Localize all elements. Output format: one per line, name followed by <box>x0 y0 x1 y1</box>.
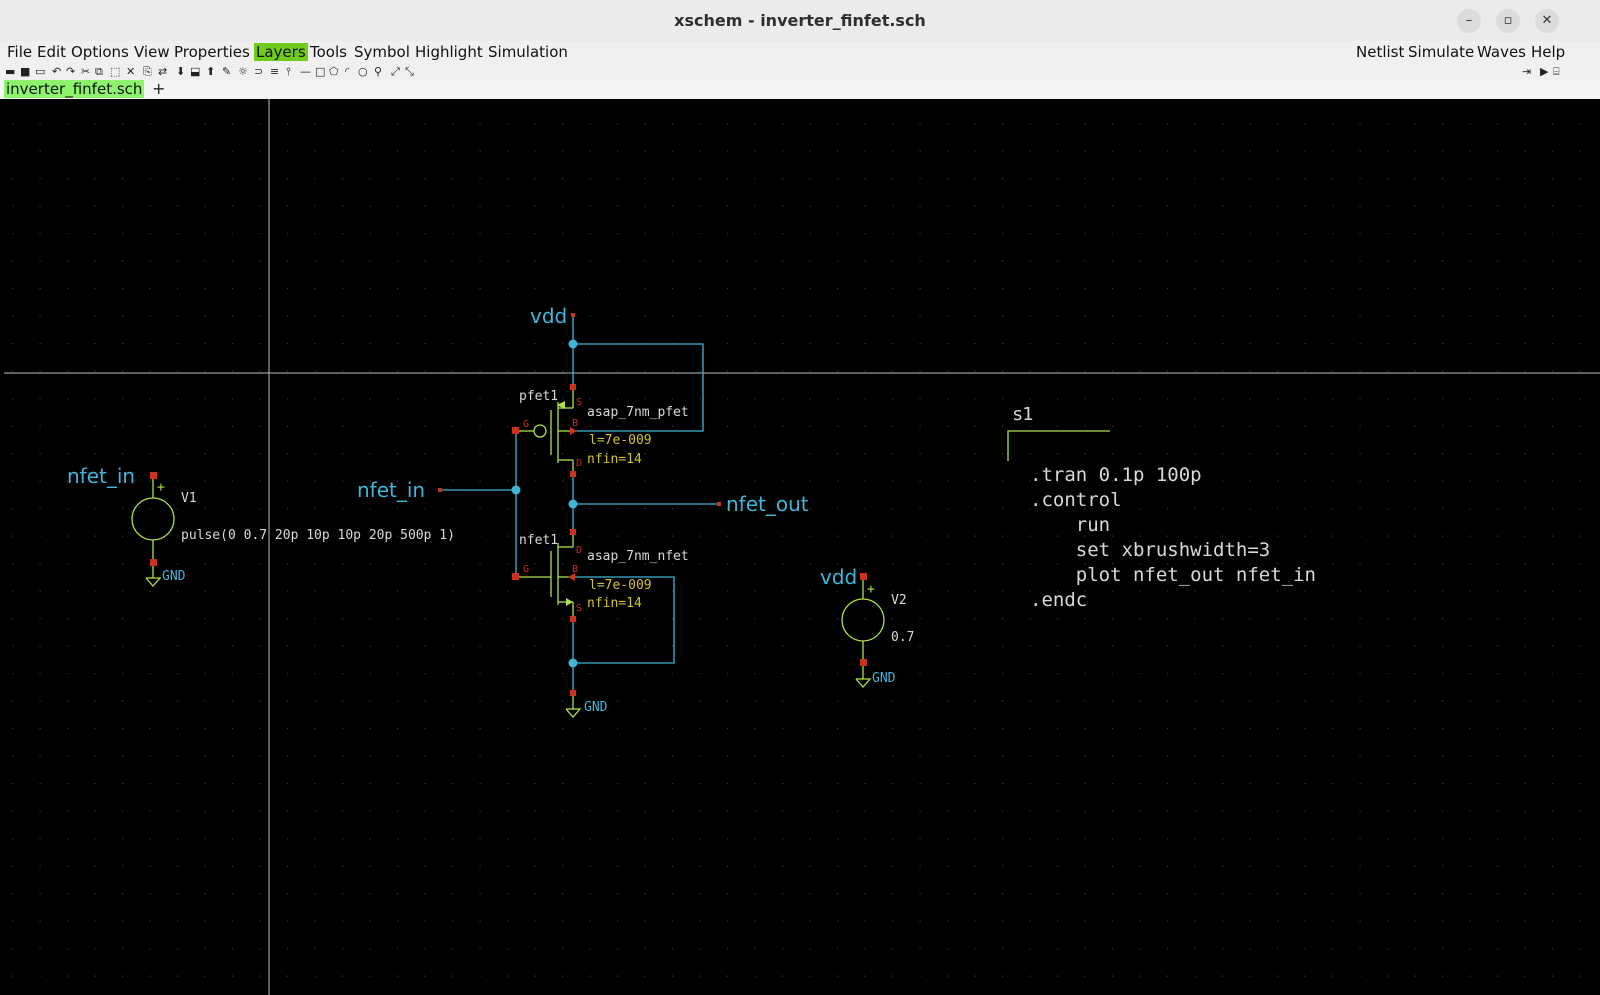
code-line: set xbrushwidth=3 <box>1030 539 1270 561</box>
menu-file[interactable]: File <box>7 43 32 61</box>
insert-icon[interactable]: ⇥ <box>1522 65 1531 78</box>
tab-inverter-finfet[interactable]: inverter_finfet.sch <box>4 80 145 98</box>
pfet-pin-s: S <box>576 397 582 408</box>
save-icon[interactable]: ■ <box>20 65 30 78</box>
code-line: plot nfet_out nfet_in <box>1030 564 1316 586</box>
menu-netlist[interactable]: Netlist <box>1356 43 1404 61</box>
close-button[interactable]: ✕ <box>1535 9 1559 33</box>
net-label-output: nfet_out <box>726 492 809 516</box>
move-icon[interactable]: ⎘ <box>143 65 152 79</box>
pfet-pin-d: D <box>576 458 582 469</box>
delete-icon[interactable]: ✕ <box>126 65 135 78</box>
cut-icon[interactable]: ✂ <box>81 65 90 78</box>
v1-gnd-label: GND <box>162 569 186 584</box>
schematic-canvas[interactable]: S G B D D G B S pfet1 asap_7nm_pfet l=7e… <box>4 99 1600 995</box>
undo-icon[interactable]: ↶ <box>52 65 61 78</box>
menu-properties[interactable]: Properties <box>174 43 250 61</box>
nfet-length: l=7e-009 <box>589 578 652 593</box>
label-icon[interactable]: ⊃ <box>254 65 263 78</box>
nfet-pin-g: G <box>523 564 529 575</box>
menu-layers[interactable]: Layers <box>254 43 308 61</box>
menu-waves[interactable]: Waves <box>1477 43 1526 61</box>
gnd-center-label: GND <box>584 700 608 715</box>
waves-icon[interactable]: ⌸ <box>1553 65 1560 79</box>
menu-view[interactable]: View <box>134 43 170 61</box>
zoom-in-icon[interactable]: ⤡ <box>405 65 414 79</box>
pfet-model: asap_7nm_pfet <box>587 405 689 420</box>
nfet-nfin: nfin=14 <box>587 596 642 611</box>
grid <box>4 99 1600 995</box>
rect-icon[interactable]: □ <box>315 65 325 78</box>
add-tab-button[interactable]: + <box>152 80 165 98</box>
menu-help[interactable]: Help <box>1531 43 1565 61</box>
nfet-name: nfet1 <box>519 533 558 548</box>
zoom-icon[interactable]: ⚲ <box>374 65 382 78</box>
pencil-icon[interactable]: ✎ <box>222 65 231 78</box>
redo-icon[interactable]: ↷ <box>66 65 75 78</box>
nfet-pin-s: S <box>576 603 582 614</box>
code-line: .control <box>1030 489 1122 511</box>
tab-bar: inverter_finfet.sch + <box>0 80 1600 99</box>
code-block-name: s1 <box>1013 404 1034 425</box>
copy-icon[interactable]: ⧉ <box>95 65 103 79</box>
title-bar: xschem - inverter_finfet.sch – ▫ ✕ <box>0 0 1600 42</box>
pop-icon[interactable]: ⬆ <box>206 65 215 78</box>
nfet-model: asap_7nm_nfet <box>587 549 689 564</box>
v2-gnd-label: GND <box>872 671 896 686</box>
pin-icon[interactable]: ⫯ <box>286 65 291 79</box>
polygon-icon[interactable]: ⬠ <box>329 65 339 78</box>
v2-value: 0.7 <box>891 630 914 645</box>
menu-tools[interactable]: Tools <box>310 43 347 61</box>
maximize-button[interactable]: ▫ <box>1496 9 1520 33</box>
v1-name: V1 <box>181 491 197 506</box>
merge-icon[interactable]: ▭ <box>35 65 45 78</box>
v2-plus: + <box>867 582 875 597</box>
menu-simulate[interactable]: Simulate <box>1408 43 1474 61</box>
line-icon[interactable]: — <box>300 65 311 78</box>
menu-symbol[interactable]: Symbol <box>354 43 410 61</box>
light-icon[interactable]: ☼ <box>238 65 248 78</box>
nfet-pin-d: D <box>576 545 582 556</box>
code-line: .endc <box>1030 589 1087 611</box>
circle-icon[interactable]: ○ <box>358 65 368 78</box>
pfet-nfin: nfin=14 <box>587 452 642 467</box>
v1-plus: + <box>157 480 165 495</box>
menu-edit[interactable]: Edit <box>37 43 66 61</box>
duplicate-icon[interactable]: ⇄ <box>158 65 167 78</box>
v2-net-label: vdd <box>820 565 857 589</box>
menu-options[interactable]: Options <box>71 43 129 61</box>
pfet-length: l=7e-009 <box>589 433 652 448</box>
v2-name: V2 <box>891 593 907 608</box>
menu-bar: File Edit Options View Properties Layers… <box>0 41 1600 63</box>
arc-icon[interactable]: ◜ <box>345 65 349 78</box>
play-icon[interactable]: ▶ <box>1540 65 1548 78</box>
window-title: xschem - inverter_finfet.sch <box>674 11 926 30</box>
descend-icon[interactable]: ⬓ <box>190 65 200 78</box>
text-icon[interactable]: ≡ <box>270 65 279 78</box>
toolbar: ▬ ■ ▭ ↶ ↷ ✂ ⧉ ⬚ ✕ ⎘ ⇄ ⬇ ⬓ ⬆ ✎ ☼ ⊃ ≡ ⫯ — … <box>0 63 1600 80</box>
v1-value: pulse(0 0.7 20p 10p 10p 20p 500p 1) <box>181 528 455 543</box>
zoom-full-icon[interactable]: ⤢ <box>391 65 400 79</box>
push-icon[interactable]: ⬇ <box>176 65 185 78</box>
pfet-pin-g: G <box>523 419 529 430</box>
pfet-pin-b: B <box>572 418 578 429</box>
menu-simulation[interactable]: Simulation <box>488 43 568 61</box>
net-label-vdd: vdd <box>530 304 567 328</box>
code-line: run <box>1030 514 1110 536</box>
menu-highlight[interactable]: Highlight <box>415 43 483 61</box>
code-line: .tran 0.1p 100p <box>1030 464 1202 486</box>
open-icon[interactable]: ▬ <box>5 65 15 78</box>
minimize-button[interactable]: – <box>1457 9 1481 33</box>
pfet-name: pfet1 <box>519 389 558 404</box>
paste-icon[interactable]: ⬚ <box>110 65 120 78</box>
nfet-pin-b: B <box>572 564 578 575</box>
net-label-input: nfet_in <box>357 478 425 502</box>
v1-net-label: nfet_in <box>67 464 135 488</box>
